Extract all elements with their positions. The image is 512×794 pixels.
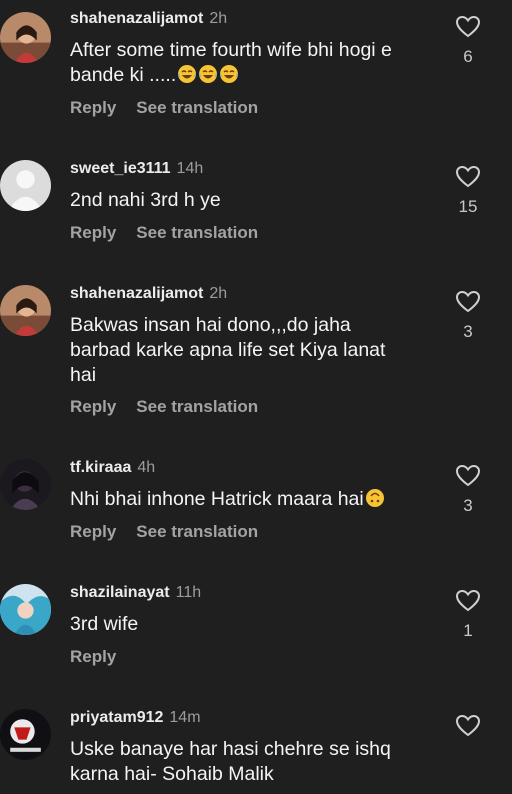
- comment-text: Uske banaye har hasi chehre se ishq karn…: [70, 737, 430, 787]
- comment-line: bande ki .....: [70, 63, 430, 88]
- comment-item: shazilainayat 11h 3rd wife Reply 1: [0, 584, 512, 674]
- emoji-tears-of-joy-icon: [220, 65, 239, 83]
- username[interactable]: sweet_ie3111: [70, 160, 171, 177]
- comment-line: hai: [70, 364, 97, 386]
- emoji-tears-of-joy-icon: [178, 65, 197, 83]
- comment-item: priyatam912 14m Uske banaye har hasi cheh…: [0, 709, 512, 794]
- comment-actions: Reply See translation: [70, 98, 278, 118]
- heart-icon[interactable]: [456, 715, 480, 737]
- heart-icon[interactable]: [456, 590, 480, 612]
- like-count: 6: [463, 47, 473, 66]
- see-translation-button[interactable]: See translation: [136, 522, 258, 542]
- reply-button[interactable]: Reply: [70, 647, 116, 667]
- username[interactable]: priyatam912: [70, 709, 163, 726]
- username[interactable]: shahenazalijamot: [70, 285, 203, 302]
- like-count: 3: [463, 322, 473, 341]
- avatar-girl-icon: [0, 12, 51, 63]
- like-count: 15: [458, 197, 478, 216]
- comment-actions: Reply See translation: [70, 522, 278, 542]
- user-avatar[interactable]: [0, 285, 51, 336]
- comment-line: After some time fourth wife bhi hogi e: [70, 39, 392, 61]
- user-avatar[interactable]: [0, 709, 51, 760]
- timestamp: 2h: [209, 10, 228, 27]
- comment-line: Nhi bhai inhone Hatrick maara hai: [70, 487, 430, 512]
- comment-meta: shazilainayat 11h: [70, 584, 201, 602]
- reply-button[interactable]: Reply: [70, 223, 116, 243]
- like-control: [455, 715, 481, 737]
- comment-text: After some time fourth wife bhi hogi e b…: [70, 38, 430, 88]
- avatar-blue-icon: [0, 584, 51, 635]
- avatar-girl-icon: [0, 285, 51, 336]
- username[interactable]: tf.kiraaa: [70, 459, 131, 476]
- user-avatar[interactable]: [0, 160, 51, 211]
- like-control: 15: [455, 166, 481, 217]
- avatar-dark-icon: [0, 459, 51, 510]
- like-control: 3: [455, 291, 481, 342]
- comment-line: 3rd wife: [70, 613, 139, 635]
- reply-button[interactable]: Reply: [70, 98, 116, 118]
- emoji-upside-down-face-icon: [364, 488, 385, 510]
- timestamp: 14m: [169, 709, 201, 726]
- reply-button[interactable]: Reply: [70, 397, 116, 417]
- like-count: 3: [463, 496, 473, 515]
- heart-icon[interactable]: [456, 291, 480, 313]
- comment-meta: shahenazalijamot 2h: [70, 285, 227, 303]
- like-control: 1: [455, 590, 481, 641]
- comment-line: barbad karke apna life set Kiya lanat: [70, 339, 386, 361]
- comment-item: shahenazalijamot 2h Bakwas insan hai dono…: [0, 285, 512, 417]
- comment-meta: priyatam912 14m: [70, 709, 201, 727]
- comment-actions: Reply: [70, 647, 136, 667]
- timestamp: 11h: [175, 584, 202, 601]
- emoji-tears-of-joy-icon: [199, 65, 218, 83]
- avatar-default-icon: [0, 160, 51, 211]
- comment-meta: shahenazalijamot 2h: [70, 10, 227, 28]
- comment-meta: tf.kiraaa 4h: [70, 459, 155, 477]
- comment-meta: sweet_ie3111 14h: [70, 160, 203, 178]
- username[interactable]: shazilainayat: [70, 584, 170, 601]
- heart-icon[interactable]: [456, 166, 480, 188]
- comment-actions: Reply See translation: [70, 397, 278, 417]
- comment-actions: Reply See translation: [70, 223, 278, 243]
- like-control: 3: [455, 465, 481, 516]
- username[interactable]: shahenazalijamot: [70, 10, 203, 27]
- timestamp: 2h: [209, 285, 228, 302]
- timestamp: 4h: [137, 459, 156, 476]
- see-translation-button[interactable]: See translation: [136, 223, 258, 243]
- timestamp: 14h: [176, 160, 204, 177]
- like-count: 1: [463, 621, 473, 640]
- emoji-upside-down-face-icon: [365, 489, 384, 507]
- avatar-logo-icon: [0, 709, 51, 760]
- comment-line: Bakwas insan hai dono,,,do jaha: [70, 314, 351, 336]
- comment-text: Bakwas insan hai dono,,,do jaha barbad k…: [70, 313, 430, 388]
- comment-text: 3rd wife: [70, 612, 430, 637]
- comment-item: shahenazalijamot 2h After some time fourt…: [0, 10, 512, 120]
- comment-line: 2nd nahi 3rd h ye: [70, 189, 221, 211]
- reply-button[interactable]: Reply: [70, 522, 116, 542]
- comment-text: 2nd nahi 3rd h ye: [70, 188, 430, 213]
- comment-item: sweet_ie3111 14h 2nd nahi 3rd h ye Reply S…: [0, 160, 512, 250]
- heart-icon[interactable]: [456, 465, 480, 487]
- comment-text: Nhi bhai inhone Hatrick maara hai: [70, 487, 430, 512]
- comment-line: Uske banaye har hasi chehre se ishq: [70, 738, 391, 760]
- comment-line: karna hai- Sohaib Malik: [70, 763, 274, 785]
- like-control: 6: [455, 16, 481, 67]
- user-avatar[interactable]: [0, 584, 51, 635]
- emoji-tears-of-joy-icon: [176, 64, 239, 86]
- user-avatar[interactable]: [0, 12, 51, 63]
- user-avatar[interactable]: [0, 459, 51, 510]
- comment-item: tf.kiraaa 4h Nhi bhai inhone Hatrick maar…: [0, 459, 512, 549]
- see-translation-button[interactable]: See translation: [136, 397, 258, 417]
- heart-icon[interactable]: [456, 16, 480, 38]
- see-translation-button[interactable]: See translation: [136, 98, 258, 118]
